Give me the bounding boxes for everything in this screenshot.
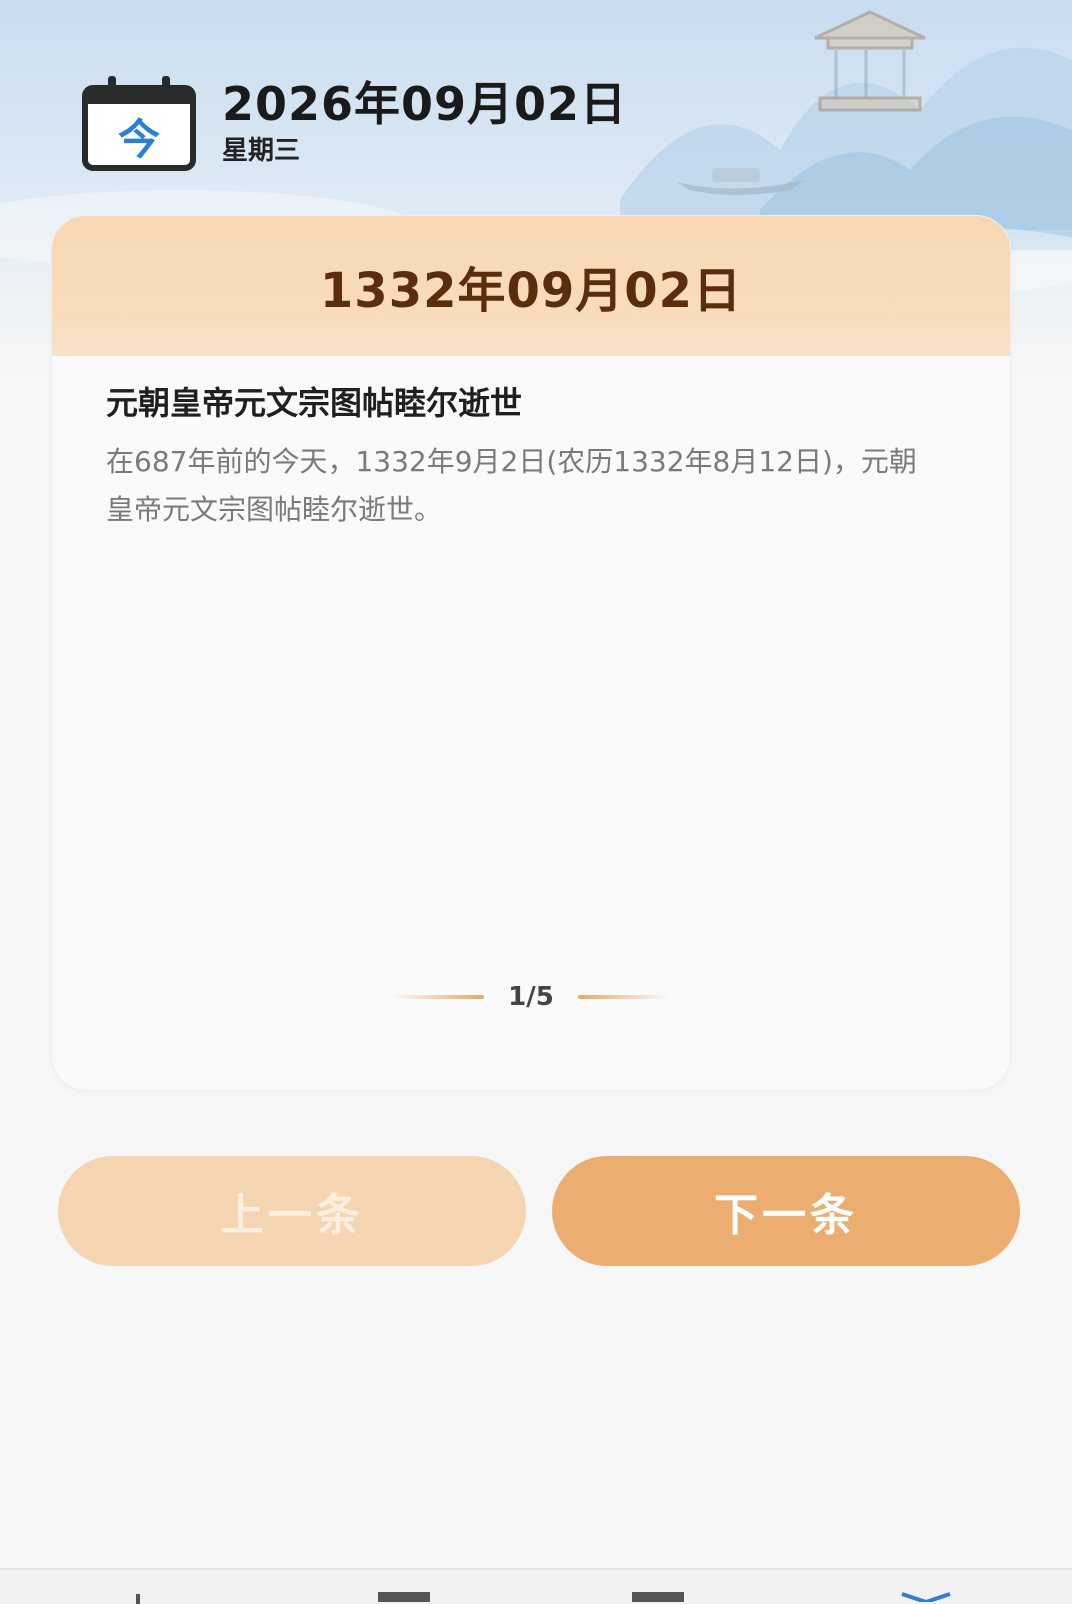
history-event-card: 1332年09月02日 元朝皇帝元文宗图帖睦尔逝世 在687年前的今天，1332… — [52, 216, 1010, 1090]
pager-indicator: 1/5 — [508, 982, 554, 1012]
nav-calendar-icon[interactable] — [378, 1590, 430, 1602]
nav-list-icon[interactable] — [632, 1590, 684, 1602]
bottom-nav-bar — [0, 1568, 1072, 1604]
nav-home-icon[interactable] — [128, 1592, 148, 1604]
nav-history-icon[interactable] — [900, 1590, 952, 1602]
card-body: 元朝皇帝元文宗图帖睦尔逝世 在687年前的今天，1332年9月2日(农历1332… — [52, 356, 1010, 534]
today-weekday: 星期三 — [222, 136, 301, 166]
calendar-today-icon: 今 — [82, 76, 196, 172]
next-button[interactable]: 下一条 — [552, 1156, 1020, 1266]
card-header: 1332年09月02日 — [52, 216, 1010, 356]
pager-left-divider — [392, 995, 485, 999]
calendar-badge-text: 今 — [118, 115, 160, 164]
event-description: 在687年前的今天，1332年9月2日(农历1332年8月12日)，元朝皇帝元文… — [106, 445, 917, 526]
pager: 1/5 — [52, 982, 1010, 1012]
today-date: 2026年09月02日 — [222, 77, 628, 131]
prev-button[interactable]: 上一条 — [58, 1156, 526, 1266]
event-title: 元朝皇帝元文宗图帖睦尔逝世 — [106, 384, 523, 422]
pager-right-divider — [577, 995, 670, 999]
history-date: 1332年09月02日 — [319, 263, 743, 319]
